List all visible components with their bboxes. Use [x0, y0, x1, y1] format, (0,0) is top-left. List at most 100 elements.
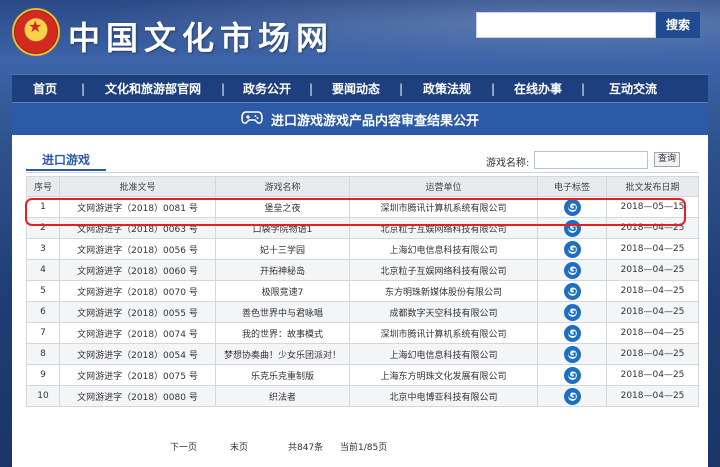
column-header-operator: 运营单位 [349, 176, 538, 197]
row-index: 8 [26, 343, 60, 365]
row-date: 2018—04—25 [606, 364, 699, 386]
row-index: 10 [26, 385, 60, 407]
row-highlight-annotation [25, 198, 686, 226]
pager-current: 当前1/85页 [340, 443, 388, 453]
column-header-date: 批文发布日期 [606, 176, 699, 197]
nav-item-online-services[interactable]: 在线办事 [498, 75, 578, 103]
g-label-icon[interactable] [563, 240, 581, 258]
row-date: 2018—04—25 [606, 280, 699, 302]
g-label-icon[interactable] [563, 303, 581, 321]
table-row: 10 文网游进字（2018）0080 号 织法者 北京中电博亚科技有限公司 20… [26, 385, 699, 407]
row-index: 9 [26, 364, 60, 386]
row-label [537, 385, 607, 407]
column-header-approval: 批准文号 [59, 176, 216, 197]
row-approval: 文网游进字（2018）0054 号 [59, 343, 216, 365]
nav-item-policy[interactable]: 政策法规 [406, 75, 488, 103]
row-label [537, 364, 607, 386]
tab-divider [26, 172, 698, 173]
row-date: 2018—04—25 [606, 238, 699, 260]
g-label-icon[interactable] [563, 261, 581, 279]
nav-item-news[interactable]: 要闻动态 [316, 75, 396, 103]
row-approval: 文网游进字（2018）0056 号 [59, 238, 216, 260]
g-label-icon[interactable] [563, 366, 581, 384]
row-index: 4 [26, 259, 60, 281]
nav-item-government-affairs[interactable]: 政务公开 [228, 75, 306, 103]
row-date: 2018—04—25 [606, 259, 699, 281]
column-header-label: 电子标签 [537, 176, 607, 197]
row-game: 开拓神秘岛 [215, 259, 350, 281]
site-search-input[interactable] [476, 12, 656, 38]
row-label [537, 322, 607, 344]
tab-imported-games[interactable]: 进口游戏 [26, 149, 106, 171]
row-operator: 成都数字天空科技有限公司 [349, 301, 538, 323]
row-label [537, 238, 607, 260]
row-operator: 北京中电博亚科技有限公司 [349, 385, 538, 407]
row-game: 梦想协奏曲！少女乐团派对！ [215, 343, 350, 365]
row-game: 极限竞速7 [215, 280, 350, 302]
row-index: 3 [26, 238, 60, 260]
row-label [537, 301, 607, 323]
nav-separator: | [398, 81, 404, 96]
gamepad-icon [241, 109, 263, 129]
game-search-button[interactable]: 查询 [654, 152, 680, 167]
row-approval: 文网游进字（2018）0080 号 [59, 385, 216, 407]
g-label-icon[interactable] [563, 282, 581, 300]
nav-separator: | [220, 81, 226, 96]
row-game: 我的世界：故事模式 [215, 322, 350, 344]
row-label [537, 343, 607, 365]
row-index: 5 [26, 280, 60, 302]
nav-item-home[interactable]: 首页 [12, 75, 78, 103]
row-approval: 文网游进字（2018）0060 号 [59, 259, 216, 281]
row-date: 2018—04—25 [606, 343, 699, 365]
content-panel: 进口游戏 游戏名称: 查询 序号 批准文号 游戏名称 运营单位 电子标签 批文发… [12, 135, 708, 467]
row-approval: 文网游进字（2018）0074 号 [59, 322, 216, 344]
site-title: 中国文化市场网 [68, 19, 335, 57]
row-approval: 文网游进字（2018）0070 号 [59, 280, 216, 302]
table-row: 8 文网游进字（2018）0054 号 梦想协奏曲！少女乐团派对！ 上海幻电信息… [26, 343, 699, 365]
table-row: 6 文网游进字（2018）0055 号 善色世界中与君咏唱 成都数字天空科技有限… [26, 301, 699, 323]
row-game: 织法者 [215, 385, 350, 407]
row-label [537, 280, 607, 302]
row-game: 妃十三学园 [215, 238, 350, 260]
row-game: 善色世界中与君咏唱 [215, 301, 350, 323]
row-game: 乐克乐克重制版 [215, 364, 350, 386]
nav-separator: | [580, 81, 586, 96]
pager-last-link[interactable]: 末页 [230, 440, 248, 453]
table-header-row: 序号 批准文号 游戏名称 运营单位 电子标签 批文发布日期 [26, 176, 699, 197]
game-search-label: 游戏名称: [486, 158, 530, 169]
main-nav: 首页 | 文化和旅游部官网 | 政务公开 | 要闻动态 | 政策法规 | 在线办… [12, 74, 708, 102]
column-header-index: 序号 [26, 176, 60, 197]
site-search-button[interactable]: 搜索 [656, 12, 700, 38]
row-index: 6 [26, 301, 60, 323]
row-date: 2018—04—25 [606, 301, 699, 323]
row-date: 2018—04—25 [606, 322, 699, 344]
row-operator: 东方明珠新媒体股份有限公司 [349, 280, 538, 302]
nav-separator: | [490, 81, 496, 96]
game-name-search-input[interactable] [534, 151, 648, 169]
section-banner: 进口游戏游戏产品内容审查结果公开 [12, 102, 708, 135]
nav-item-ministry[interactable]: 文化和旅游部官网 [88, 75, 218, 103]
nav-item-interaction[interactable]: 互动交流 [588, 75, 678, 103]
banner-title: 进口游戏游戏产品内容审查结果公开 [270, 113, 479, 129]
site-header: 中国文化市场网 搜索 [0, 0, 720, 70]
row-operator: 深圳市腾讯计算机系统有限公司 [349, 322, 538, 344]
g-label-icon[interactable] [563, 324, 581, 342]
row-operator: 北京粒子互娱网络科技有限公司 [349, 259, 538, 281]
row-operator: 上海幻电信息科技有限公司 [349, 238, 538, 260]
nav-separator: | [80, 81, 86, 96]
g-label-icon[interactable] [563, 387, 581, 405]
row-operator: 上海幻电信息科技有限公司 [349, 343, 538, 365]
row-label [537, 259, 607, 281]
column-header-game: 游戏名称 [215, 176, 350, 197]
table-row: 9 文网游进字（2018）0075 号 乐克乐克重制版 上海东方明珠文化发展有限… [26, 364, 699, 386]
g-label-icon[interactable] [563, 345, 581, 363]
pagination: 下一页 末页 共847条 当前1/85页 [12, 440, 708, 454]
pager-total: 共847条 [288, 443, 324, 453]
pager-next-link[interactable]: 下一页 [170, 440, 197, 453]
table-row: 7 文网游进字（2018）0074 号 我的世界：故事模式 深圳市腾讯计算机系统… [26, 322, 699, 344]
table-row: 5 文网游进字（2018）0070 号 极限竞速7 东方明珠新媒体股份有限公司 … [26, 280, 699, 302]
row-approval: 文网游进字（2018）0055 号 [59, 301, 216, 323]
table-row: 3 文网游进字（2018）0056 号 妃十三学园 上海幻电信息科技有限公司 2… [26, 238, 699, 260]
row-operator: 上海东方明珠文化发展有限公司 [349, 364, 538, 386]
row-approval: 文网游进字（2018）0075 号 [59, 364, 216, 386]
